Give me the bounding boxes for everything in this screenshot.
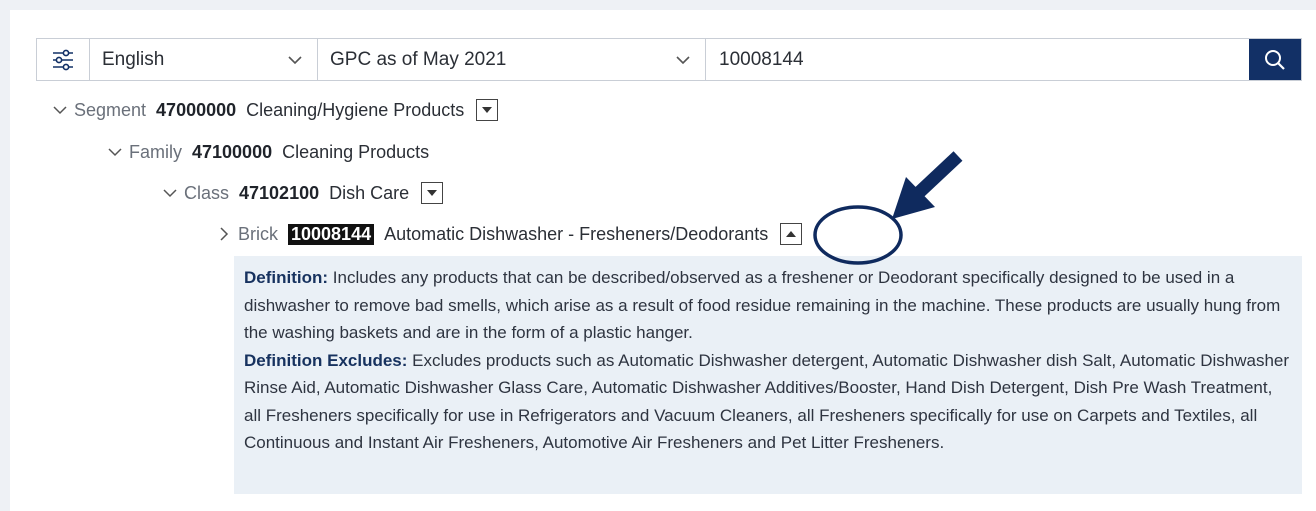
chevron-down-icon[interactable] <box>52 102 68 118</box>
class-level-label: Class <box>184 182 230 203</box>
brick-code: 10008144 <box>288 223 375 245</box>
filter-button[interactable] <box>37 39 90 80</box>
tree-row-family: Family 47100000 Cleaning Products <box>107 139 429 165</box>
segment-details-toggle[interactable] <box>476 99 499 121</box>
search-icon <box>1265 49 1285 70</box>
brick-title: Automatic Dishwasher - Fresheners/Deodor… <box>384 223 769 244</box>
class-details-toggle[interactable] <box>421 182 444 204</box>
class-title: Dish Care <box>329 182 410 203</box>
segment-title: Cleaning/Hygiene Products <box>246 99 465 120</box>
brick-details-toggle[interactable] <box>780 223 803 245</box>
search-bar: English GPC as of May 2021 <box>36 38 1302 81</box>
search-button[interactable] <box>1249 39 1301 80</box>
tree-row-segment: Segment 47000000 Cleaning/Hygiene Produc… <box>52 97 499 123</box>
chevron-down-icon <box>676 56 690 65</box>
search-input[interactable] <box>706 39 1249 80</box>
chevron-right-icon[interactable] <box>216 226 232 242</box>
brick-level-label: Brick <box>238 223 278 244</box>
version-value: GPC as of May 2021 <box>330 48 507 70</box>
family-title: Cleaning Products <box>282 141 430 162</box>
definition-text: Includes any products that can be descri… <box>244 268 1281 342</box>
caret-down-icon <box>482 107 493 113</box>
caret-down-icon <box>427 190 438 196</box>
chevron-down-icon[interactable] <box>162 185 178 201</box>
caret-up-icon <box>786 231 797 237</box>
sliders-icon <box>53 49 73 70</box>
family-code: 47100000 <box>192 141 273 162</box>
version-select[interactable]: GPC as of May 2021 <box>318 39 706 80</box>
chevron-down-icon <box>288 56 302 65</box>
family-level-label: Family <box>129 141 182 162</box>
tree-row-brick: Brick 10008144 Automatic Dishwasher - Fr… <box>216 221 803 247</box>
brick-definition-panel: Definition: Includes any products that c… <box>234 256 1302 494</box>
definition-label: Definition: <box>244 268 329 287</box>
language-select[interactable]: English <box>90 39 318 80</box>
chevron-down-icon[interactable] <box>107 144 123 160</box>
tree-row-class: Class 47102100 Dish Care <box>162 180 444 206</box>
segment-code: 47000000 <box>156 99 237 120</box>
segment-level-label: Segment <box>74 99 147 120</box>
class-code: 47102100 <box>239 182 320 203</box>
language-value: English <box>102 48 165 70</box>
definition-excludes-label: Definition Excludes: <box>244 350 408 370</box>
